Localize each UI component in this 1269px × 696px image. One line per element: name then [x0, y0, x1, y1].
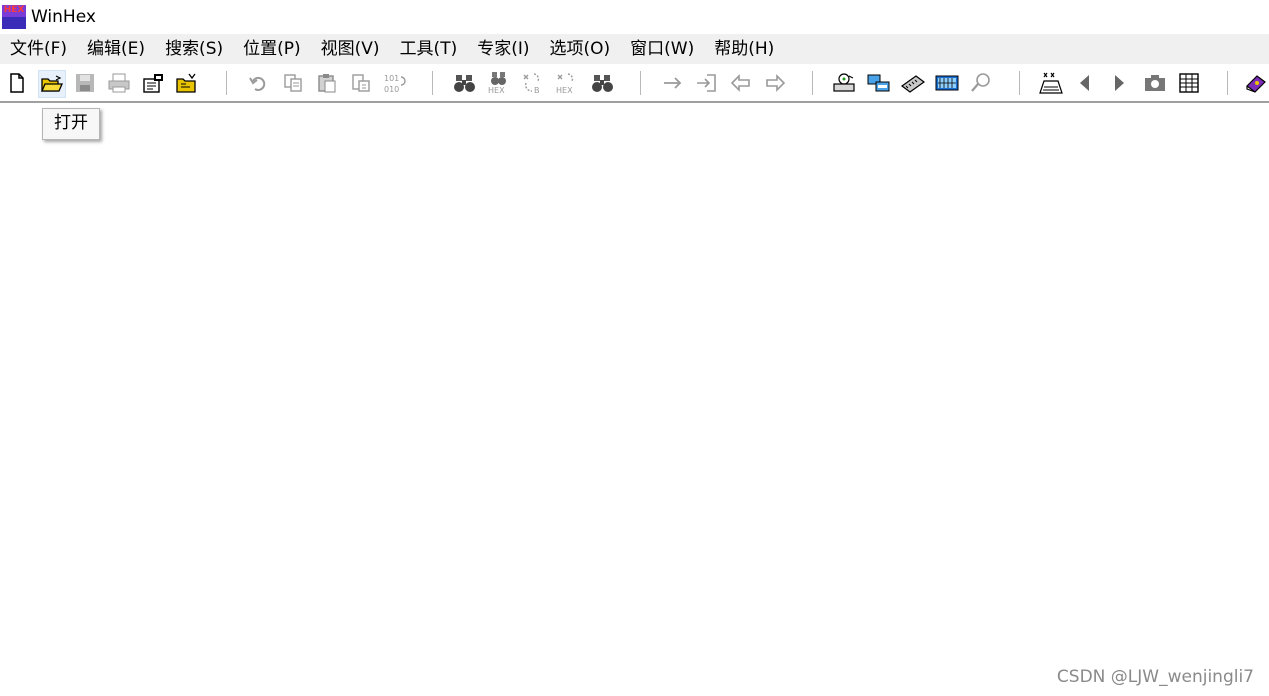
clone-disk-icon[interactable]	[866, 70, 892, 96]
write-binary-icon[interactable]: 101 010	[382, 70, 408, 96]
open-folder-icon[interactable]	[38, 70, 66, 98]
menu-view[interactable]: 视图(V)	[311, 35, 390, 63]
menu-position[interactable]: 位置(P)	[233, 35, 311, 63]
watermark: CSDN @LJW_wenjingli7	[1056, 667, 1254, 687]
copy-icon[interactable]	[280, 70, 306, 96]
svg-text:101: 101	[384, 74, 399, 83]
svg-text:HEX: HEX	[556, 86, 573, 95]
table-icon[interactable]	[1176, 70, 1202, 96]
toolbar: 101 010 HEX B HEX	[0, 64, 1269, 103]
find-text-icon[interactable]	[452, 70, 478, 96]
undo-icon[interactable]	[245, 70, 271, 96]
help-book-icon[interactable]	[1243, 70, 1269, 96]
replace-text-icon[interactable]: B	[520, 70, 546, 96]
save-icon[interactable]	[72, 70, 98, 96]
title-bar: HEX WinHex	[0, 0, 1269, 34]
toolbar-separator	[1227, 71, 1228, 95]
menu-window[interactable]: 窗口(W)	[620, 35, 704, 63]
toolbar-separator	[226, 71, 227, 95]
toolbar-separator	[432, 71, 433, 95]
replace-hex-icon[interactable]: HEX	[554, 70, 580, 96]
prev-icon[interactable]	[1072, 70, 1098, 96]
back-icon[interactable]	[728, 70, 754, 96]
snapshot-icon[interactable]	[1142, 70, 1168, 96]
menu-edit[interactable]: 编辑(E)	[77, 35, 155, 63]
print-icon[interactable]	[106, 70, 132, 96]
forward-icon[interactable]	[762, 70, 788, 96]
open-directory-icon[interactable]	[174, 70, 200, 96]
menu-file[interactable]: 文件(F)	[0, 35, 77, 63]
svg-text:010: 010	[384, 85, 399, 94]
winhex-app-icon: HEX	[2, 5, 26, 29]
menu-search[interactable]: 搜索(S)	[155, 35, 233, 63]
calculator-icon[interactable]	[934, 70, 960, 96]
paste-special-icon[interactable]	[348, 70, 374, 96]
window-title: WinHex	[31, 7, 96, 27]
next-icon[interactable]	[1106, 70, 1132, 96]
analyze-icon[interactable]	[1038, 70, 1064, 96]
svg-text:B: B	[534, 86, 540, 95]
find-next-icon[interactable]	[590, 70, 616, 96]
goto-sector-icon[interactable]	[694, 70, 720, 96]
menu-options[interactable]: 选项(O)	[540, 35, 621, 63]
toolbar-separator	[812, 71, 813, 95]
menu-tools[interactable]: 工具(T)	[390, 35, 468, 63]
properties-icon[interactable]	[140, 70, 166, 96]
tooltip-open: 打开	[42, 108, 100, 140]
open-disk-icon[interactable]	[832, 70, 858, 96]
toolbar-separator	[640, 71, 641, 95]
toolbar-separator	[1019, 71, 1020, 95]
menu-help[interactable]: 帮助(H)	[704, 35, 784, 63]
paste-icon[interactable]	[314, 70, 340, 96]
new-file-icon[interactable]	[4, 70, 30, 96]
open-ram-icon[interactable]	[900, 70, 926, 96]
inspect-icon[interactable]	[968, 70, 994, 96]
find-hex-icon[interactable]: HEX	[486, 70, 512, 96]
svg-text:HEX: HEX	[488, 86, 505, 95]
menu-bar: 文件(F) 编辑(E) 搜索(S) 位置(P) 视图(V) 工具(T) 专家(I…	[0, 34, 1269, 64]
goto-offset-icon[interactable]	[660, 70, 686, 96]
menu-specialist[interactable]: 专家(I)	[467, 35, 539, 63]
